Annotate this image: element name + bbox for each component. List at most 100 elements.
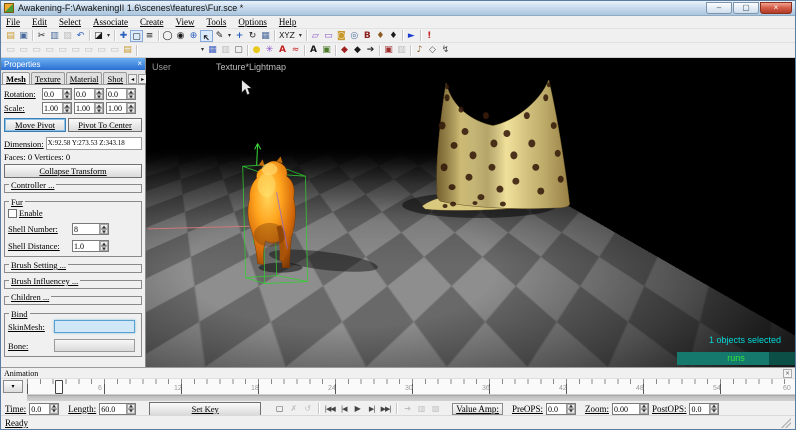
spin-down-icon[interactable] (100, 229, 108, 234)
spin-down-icon[interactable] (640, 409, 648, 414)
viewport-3d[interactable]: User Texture*Lightmap 1 objects selected… (146, 58, 795, 367)
bind-group-label[interactable]: Bind (9, 309, 30, 319)
render-dropdown-icon[interactable]: ▾ (199, 44, 206, 56)
menu-tools[interactable]: Tools (206, 17, 226, 27)
size-match-icon[interactable]: ▭ (108, 44, 121, 56)
wave-icon[interactable]: ≈ (289, 44, 302, 56)
note-icon[interactable]: ◎ (348, 30, 361, 42)
list-icon[interactable]: ≡ (143, 30, 156, 42)
timeline-playhead[interactable] (55, 380, 63, 394)
next-frame-icon[interactable]: ▶| (366, 405, 377, 413)
play-icon[interactable]: ► (405, 30, 418, 42)
spin-down-icon[interactable] (50, 409, 58, 414)
menu-select[interactable]: Select (59, 17, 81, 27)
brush-influencey-label[interactable]: Brush Influencey ... (9, 276, 80, 286)
tab-material[interactable]: Material (66, 72, 103, 84)
frame2-icon[interactable]: ▥ (395, 44, 408, 56)
lasso-icon[interactable]: ◯ (161, 30, 174, 42)
vehicle-icon[interactable]: ♦ (374, 30, 387, 42)
minimize-button[interactable]: – (706, 2, 732, 14)
window-mode-icon[interactable]: ▢ (130, 30, 143, 42)
chart-icon[interactable]: ▦ (206, 44, 219, 56)
value-amp-button[interactable]: Value Amp: (452, 403, 503, 415)
align-right-icon[interactable]: ▭ (30, 44, 43, 56)
open-icon[interactable]: ▤ (4, 30, 17, 42)
scale-y-field[interactable]: 1.00 (74, 102, 104, 114)
pen-dropdown-icon[interactable]: ▾ (226, 30, 233, 42)
bone-button[interactable] (54, 339, 135, 352)
spin-down-icon[interactable] (63, 94, 71, 99)
menu-help[interactable]: Help (279, 17, 297, 27)
distribute-v-icon[interactable]: ▭ (95, 44, 108, 56)
shell-distance-field[interactable]: 1.0 (72, 240, 109, 252)
frame-icon[interactable]: ▣ (382, 44, 395, 56)
postops-field[interactable]: 0.0 (689, 403, 719, 415)
play-animation-icon[interactable]: ▶ (352, 404, 363, 413)
rotation-y-field[interactable]: 0.0 (74, 88, 104, 100)
go-to-start-icon[interactable]: |◀◀ (324, 405, 335, 413)
save-icon[interactable]: ▣ (17, 30, 30, 42)
alert-icon[interactable]: ! (423, 30, 436, 42)
arrow-car-icon[interactable]: ➔ (364, 44, 377, 56)
menu-associate[interactable]: Associate (93, 17, 128, 27)
pivot-to-center-button[interactable]: Pivot To Center (68, 118, 142, 132)
rotation-z-value[interactable]: 0.0 (107, 89, 126, 99)
go-to-end-icon[interactable]: ▶▶| (380, 405, 391, 413)
collapse-transform-button[interactable]: Collapse Transform (4, 164, 142, 178)
red-car-icon[interactable]: ◆ (338, 44, 351, 56)
scale-z-value[interactable]: 1.00 (107, 103, 126, 113)
antenna-icon[interactable]: ✳ (263, 44, 276, 56)
controller-group-label[interactable]: Controller ... (9, 180, 56, 190)
viewport-mode-label[interactable]: Texture*Lightmap (216, 62, 286, 72)
distribute-h-icon[interactable]: ▭ (82, 44, 95, 56)
copy-keys-icon[interactable]: ▥ (416, 404, 427, 413)
scale-y-value[interactable]: 1.00 (75, 103, 94, 113)
chart2-icon[interactable]: ▥ (219, 44, 232, 56)
viewport-camera-label[interactable]: User (152, 62, 171, 72)
diamond-icon[interactable]: ◇ (426, 44, 439, 56)
bounding-box2-icon[interactable]: ▭ (322, 30, 335, 42)
time-field[interactable]: 0.0 (29, 403, 59, 415)
resize-grip[interactable] (781, 418, 791, 428)
tab-texture[interactable]: Texture (31, 72, 65, 84)
fur-group-label[interactable]: Fur (9, 197, 25, 207)
erase-icon[interactable]: ◪ (92, 30, 105, 42)
brush-influencey-group[interactable]: Brush Influencey ... (4, 280, 142, 289)
speaker-icon[interactable]: ♪ (413, 44, 426, 56)
time-value[interactable]: 0.0 (30, 404, 49, 414)
shell-distance-value[interactable]: 1.0 (73, 241, 99, 251)
vehicle2-icon[interactable]: ♦ (387, 30, 400, 42)
menu-file[interactable]: File (6, 17, 20, 27)
rotation-y-value[interactable]: 0.0 (75, 89, 94, 99)
tab-mesh[interactable]: Mesh (2, 72, 30, 84)
paste-keys-icon[interactable]: ▧ (430, 404, 441, 413)
spin-down-icon[interactable] (63, 108, 71, 113)
align-middle-icon[interactable]: ▭ (56, 44, 69, 56)
spin-down-icon[interactable] (567, 409, 575, 414)
tab-shot[interactable]: Shot (103, 72, 127, 84)
tab-scroll-left-icon[interactable]: ◂ (128, 74, 137, 84)
brush-setting-group[interactable]: Brush Setting ... (4, 264, 142, 273)
image-icon[interactable]: ▣ (320, 44, 333, 56)
prev-frame-icon[interactable]: |◀ (338, 405, 349, 413)
length-field[interactable]: 60.0 (99, 403, 136, 415)
loop-icon[interactable]: ↺ (302, 404, 313, 413)
set-key-button[interactable]: Set Key (149, 402, 261, 416)
new-key-icon[interactable]: ▢ (274, 404, 285, 413)
copy-icon[interactable]: ▥ (48, 30, 61, 42)
brush-setting-label[interactable]: Brush Setting ... (9, 260, 68, 270)
rotation-x-field[interactable]: 0.0 (42, 88, 72, 100)
rotation-z-field[interactable]: 0.0 (106, 88, 136, 100)
align-bottom-icon[interactable]: ▭ (69, 44, 82, 56)
black-car-icon[interactable]: ◆ (351, 44, 364, 56)
go-arrow-icon[interactable]: ➔ (402, 404, 413, 413)
light-icon[interactable]: ● (250, 44, 263, 56)
move-pivot-button[interactable]: Move Pivot (4, 118, 66, 132)
cut-icon[interactable]: ✂ (35, 30, 48, 42)
menu-view[interactable]: View (176, 17, 195, 27)
menu-options[interactable]: Options (238, 17, 267, 27)
select-cursor-icon[interactable]: ➔ (200, 30, 213, 42)
dog-model[interactable] (248, 156, 295, 267)
zoom-field[interactable]: 0.00 (612, 403, 649, 415)
xyz-axis-selector[interactable]: XYZ (277, 31, 297, 40)
